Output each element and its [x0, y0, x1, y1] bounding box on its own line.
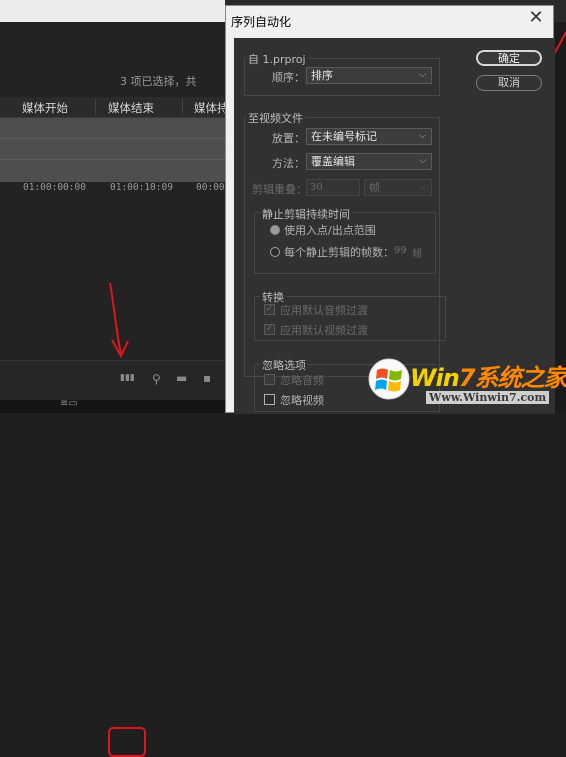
overlap-label: 剪辑重叠： [252, 183, 307, 196]
ignore-audio-checkbox[interactable] [264, 374, 275, 385]
overlap-unit-select[interactable]: 帧 ⌵ [364, 179, 432, 196]
radio-frames-per-still[interactable] [270, 247, 280, 257]
use-inout-label: 使用入点/出点范围 [284, 224, 376, 237]
frames-per-still-label: 每个静止剪辑的帧数： [284, 246, 394, 259]
watermark-brand-part2: 7系统之家 [458, 364, 566, 392]
still-duration-title: 静止剪辑持续时间 [260, 206, 352, 222]
placement-label: 放置： [272, 132, 305, 145]
watermark-brand-part1: Win [410, 364, 460, 392]
close-icon[interactable]: ✕ [527, 8, 545, 28]
automate-to-sequence-dialog: 序列自动化 ✕ 自 1.prproj 顺序： 排序 ⌵ 至视频文件 放置： 在未… [225, 5, 555, 414]
cancel-button[interactable]: 取消 [476, 75, 542, 91]
method-label: 方法： [272, 157, 305, 170]
annotation-arrow-shaft [109, 282, 122, 355]
method-select[interactable]: 覆盖编辑 ⌵ [306, 153, 432, 170]
method-value: 覆盖编辑 [311, 155, 355, 168]
watermark: Win7系统之家 Www.Winwin7.com [366, 356, 566, 413]
ignore-video-label: 忽略视频 [280, 394, 324, 407]
order-select[interactable]: 排序 ⌵ [306, 67, 432, 84]
order-label: 顺序： [272, 71, 305, 84]
watermark-brand: Win7系统之家 [410, 358, 566, 393]
overlap-unit-value: 帧 [369, 181, 380, 194]
annotation-highlight-box [108, 727, 146, 757]
apply-video-label: 应用默认视频过渡 [280, 324, 368, 337]
chevron-down-icon: ⌵ [419, 156, 426, 166]
placement-select[interactable]: 在未编号标记 ⌵ [306, 128, 432, 145]
chevron-down-icon: ⌵ [419, 182, 426, 192]
to-group-title: 至视频文件 [246, 110, 305, 126]
apply-audio-checkbox[interactable]: ✓ [264, 304, 275, 315]
chevron-down-icon: ⌵ [419, 131, 426, 141]
apply-audio-label: 应用默认音频过渡 [280, 304, 368, 317]
windows-logo-icon [368, 358, 410, 400]
overlap-input[interactable]: 30 [306, 179, 360, 196]
radio-use-inout[interactable] [270, 225, 280, 235]
placement-value: 在未编号标记 [311, 130, 377, 143]
frames-value[interactable]: 99 [394, 245, 407, 256]
from-group-title: 自 1.prproj [246, 51, 308, 67]
ignore-audio-label: 忽略音频 [280, 374, 324, 387]
frames-unit: 帧 [412, 249, 422, 260]
dialog-title: 序列自动化 [231, 15, 292, 29]
apply-video-checkbox[interactable]: ✓ [264, 324, 275, 335]
watermark-url: Www.Winwin7.com [426, 391, 550, 404]
chevron-down-icon: ⌵ [419, 70, 426, 80]
ignore-video-checkbox[interactable] [264, 394, 275, 405]
ignore-title: 忽略选项 [260, 357, 308, 373]
ok-button[interactable]: 确定 [476, 50, 542, 66]
order-value: 排序 [311, 69, 333, 82]
